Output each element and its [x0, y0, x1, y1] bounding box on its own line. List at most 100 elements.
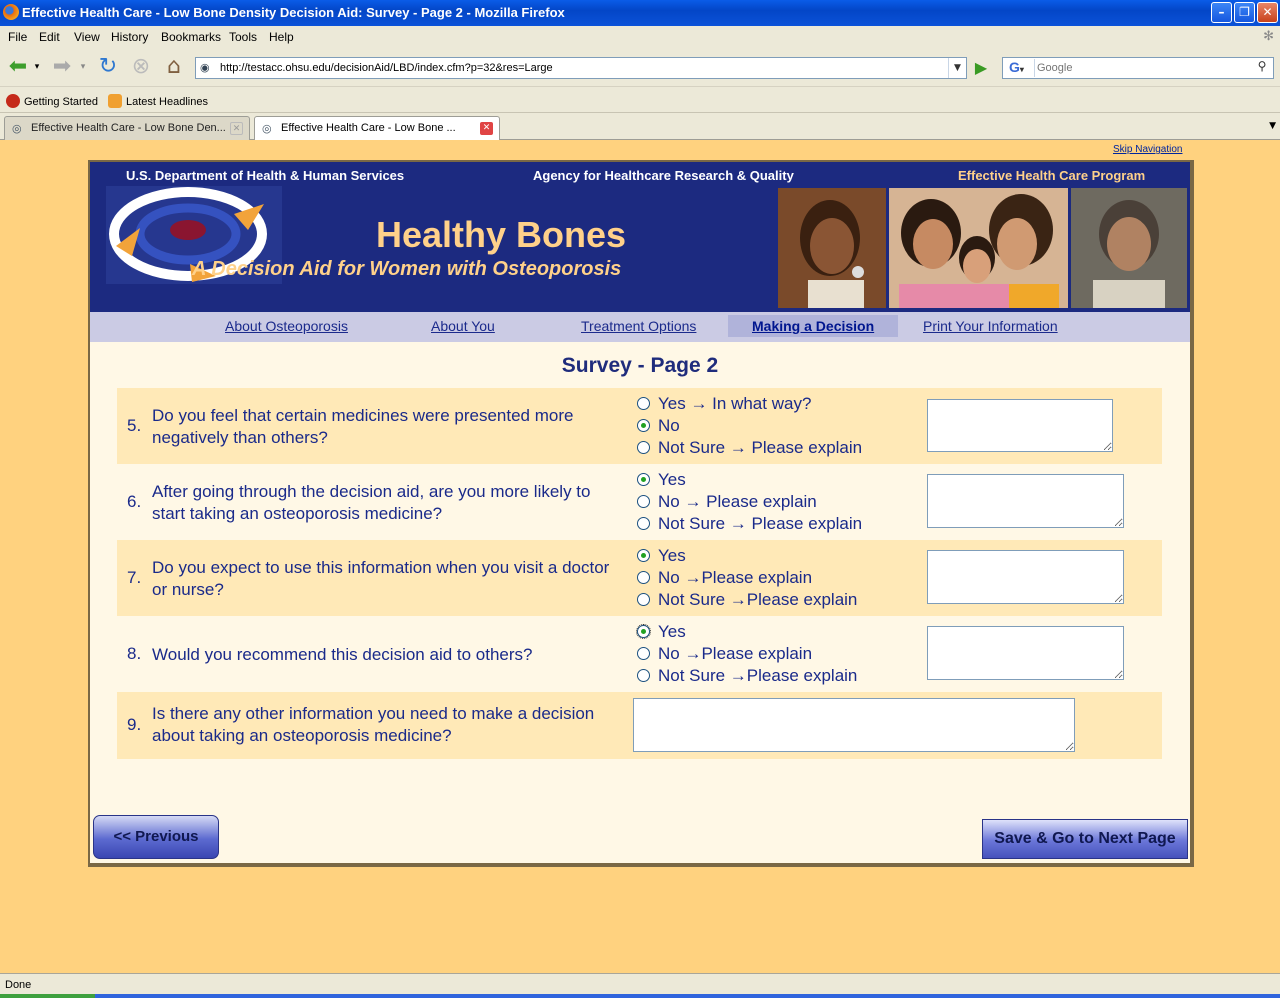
- q6-option-no[interactable]: No → Please explain: [637, 492, 817, 514]
- radio-button-selected[interactable]: [637, 549, 650, 562]
- radio-button[interactable]: [637, 647, 650, 660]
- menu-edit[interactable]: Edit: [39, 30, 60, 44]
- tab-background[interactable]: ◎ Effective Health Care - Low Bone Den..…: [4, 116, 250, 140]
- question-number: 9.: [127, 715, 142, 734]
- reload-icon[interactable]: ↻: [94, 53, 122, 81]
- question-text: After going through the decision aid, ar…: [152, 482, 591, 523]
- q8-option-yes[interactable]: Yes: [636, 622, 686, 644]
- page-frame: U.S. Department of Health & Human Servic…: [88, 160, 1194, 867]
- skip-navigation-link[interactable]: Skip Navigation: [1113, 144, 1182, 155]
- section-nav: About Osteoporosis About You Treatment O…: [90, 312, 1190, 342]
- q5-option-no[interactable]: No: [637, 416, 680, 438]
- start-button[interactable]: [0, 994, 95, 998]
- question-row-9: 9. Is there any other information you ne…: [117, 692, 1162, 759]
- tab-close-icon[interactable]: ✕: [480, 122, 493, 135]
- throbber-icon: ✻: [1263, 29, 1274, 44]
- banner-subtitle: A Decision Aid for Women with Osteoporos…: [192, 258, 622, 280]
- header-ehc: Effective Health Care Program: [958, 168, 1146, 183]
- q5-option-yes[interactable]: Yes → In what way?: [637, 394, 811, 416]
- elderly-woman-portrait-photo: [1071, 188, 1187, 308]
- site-banner: U.S. Department of Health & Human Servic…: [90, 162, 1190, 312]
- bookmark-latest-headlines[interactable]: Latest Headlines: [108, 94, 208, 108]
- q8-option-not-sure[interactable]: Not Sure →Please explain: [637, 666, 857, 688]
- header-hhs: U.S. Department of Health & Human Servic…: [126, 168, 405, 183]
- menu-view[interactable]: View: [74, 30, 100, 44]
- radio-button[interactable]: [637, 495, 650, 508]
- search-icon[interactable]: ⚲: [1253, 59, 1271, 77]
- nav-treatment-options[interactable]: Treatment Options: [581, 318, 696, 334]
- back-dropdown-icon[interactable]: ▾: [30, 53, 44, 81]
- q7-option-yes[interactable]: Yes: [637, 546, 686, 568]
- q8-option-no[interactable]: No →Please explain: [637, 644, 812, 666]
- google-engine-icon[interactable]: G▾: [1005, 59, 1035, 77]
- radio-button[interactable]: [637, 397, 650, 410]
- tab-list-dropdown-icon[interactable]: ▼: [1269, 121, 1276, 131]
- menu-bar: File Edit View History Bookmarks Tools H…: [0, 26, 1280, 48]
- save-next-page-button[interactable]: Save & Go to Next Page: [982, 819, 1188, 859]
- home-icon[interactable]: ⌂: [160, 53, 188, 81]
- menu-history[interactable]: History: [111, 30, 148, 44]
- firefox-bookmark-icon: [6, 94, 20, 108]
- firefox-icon: [3, 4, 19, 20]
- q9-other-information-textarea[interactable]: [633, 698, 1075, 752]
- nav-about-you[interactable]: About You: [431, 318, 495, 334]
- bookmark-getting-started[interactable]: Getting Started: [6, 94, 98, 108]
- radio-button-selected[interactable]: [637, 419, 650, 432]
- close-window-button[interactable]: ✕: [1257, 2, 1278, 23]
- stop-icon[interactable]: ⊗: [127, 53, 155, 81]
- q6-explain-textarea[interactable]: [927, 474, 1124, 528]
- nav-about-osteoporosis[interactable]: About Osteoporosis: [225, 318, 348, 334]
- maximize-button[interactable]: ❐: [1234, 2, 1255, 23]
- q7-option-not-sure[interactable]: Not Sure →Please explain: [637, 590, 857, 612]
- nav-print-your-information[interactable]: Print Your Information: [923, 318, 1058, 334]
- minimize-button[interactable]: –: [1211, 2, 1232, 23]
- url-history-dropdown-icon[interactable]: ▼: [948, 58, 966, 78]
- search-input[interactable]: [1037, 60, 1247, 76]
- question-row-5: 5. Do you feel that certain medicines we…: [117, 388, 1162, 464]
- forward-dropdown-icon[interactable]: ▾: [76, 53, 90, 81]
- q5-option-not-sure[interactable]: Not Sure → Please explain: [637, 438, 862, 460]
- menu-bookmarks[interactable]: Bookmarks: [161, 30, 221, 44]
- radio-button[interactable]: [637, 593, 650, 606]
- tab-active[interactable]: ◎ Effective Health Care - Low Bone ... ✕: [254, 116, 500, 140]
- family-portrait-photo: [889, 188, 1068, 308]
- url-bar[interactable]: ◉ http://testacc.ohsu.edu/decisionAid/LB…: [195, 57, 967, 79]
- question-row-7: 7. Do you expect to use this information…: [117, 540, 1162, 616]
- window-title: Effective Health Care - Low Bone Density…: [22, 5, 565, 20]
- tab-close-icon[interactable]: ✕: [230, 122, 243, 135]
- menu-tools[interactable]: Tools: [229, 30, 257, 44]
- q8-explain-textarea[interactable]: [927, 626, 1124, 680]
- tab-bar: ◎ Effective Health Care - Low Bone Den..…: [0, 112, 1280, 140]
- radio-button[interactable]: [637, 517, 650, 530]
- forward-icon[interactable]: ➡: [48, 53, 76, 81]
- radio-button[interactable]: [637, 571, 650, 584]
- q6-option-yes[interactable]: Yes: [637, 470, 686, 492]
- page-viewport: Skip Navigation U.S. Department of Healt…: [0, 140, 1280, 973]
- radio-button-selected[interactable]: [636, 624, 651, 639]
- page-title: Survey - Page 2: [561, 354, 719, 377]
- menu-help[interactable]: Help: [269, 30, 294, 44]
- url-text[interactable]: http://testacc.ohsu.edu/decisionAid/LBD/…: [220, 62, 553, 74]
- q5-explain-textarea[interactable]: [927, 399, 1113, 452]
- site-identity-icon[interactable]: ◉: [200, 61, 214, 75]
- q6-option-not-sure[interactable]: Not Sure → Please explain: [637, 514, 862, 536]
- menu-file[interactable]: File: [8, 30, 27, 44]
- nav-making-a-decision[interactable]: Making a Decision: [728, 315, 899, 337]
- radio-button[interactable]: [637, 441, 650, 454]
- question-text: Do you feel that certain medicines were …: [152, 406, 574, 447]
- question-number: 5.: [127, 416, 142, 435]
- search-bar[interactable]: G▾ ⚲: [1002, 57, 1274, 79]
- go-icon[interactable]: ▶: [970, 57, 992, 79]
- radio-button[interactable]: [637, 669, 650, 682]
- previous-button[interactable]: << Previous: [93, 815, 219, 859]
- question-row-8: 8. Would you recommend this decision aid…: [117, 616, 1162, 692]
- rss-feed-icon: [108, 94, 122, 108]
- back-icon[interactable]: ⬅: [4, 53, 32, 81]
- q7-explain-textarea[interactable]: [927, 550, 1124, 604]
- question-text: Would you recommend this decision aid to…: [152, 645, 533, 664]
- bookmarks-toolbar: Getting Started Latest Headlines: [0, 86, 1280, 112]
- q7-option-no[interactable]: No →Please explain: [637, 568, 812, 590]
- status-text: Done: [5, 979, 32, 991]
- question-number: 8.: [127, 644, 142, 663]
- radio-button-selected[interactable]: [637, 473, 650, 486]
